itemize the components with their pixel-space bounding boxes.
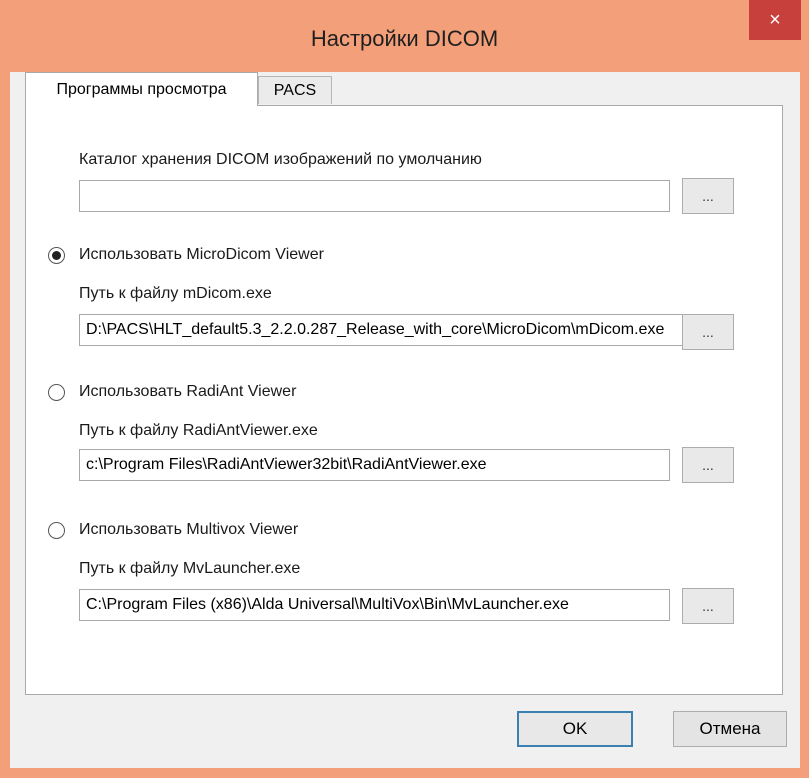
tab-pacs-label: PACS [273, 81, 317, 99]
microdicom-path-label: Путь к файлу mDicom.exe [79, 285, 272, 302]
microdicom-path-input[interactable]: D:\PACS\HLT_default5.3_2.2.0.287_Release… [79, 314, 683, 346]
tab-panel-viewers: Каталог хранения DICOM изображений по ум… [25, 105, 783, 695]
ok-button[interactable]: OK [517, 711, 633, 747]
close-icon: × [769, 8, 781, 31]
multivox-path-label: Путь к файлу MvLauncher.exe [79, 560, 301, 577]
dicom-settings-window: Настройки DICOM × Программы просмотра PA… [0, 0, 809, 778]
radiant-path-input[interactable]: c:\Program Files\RadiAntViewer32bit\Radi… [79, 449, 670, 481]
radio-radiant-label[interactable]: Использовать RadiAnt Viewer [79, 383, 296, 401]
radiant-path-label: Путь к файлу RadiAntViewer.exe [79, 422, 318, 439]
title-bar[interactable]: Настройки DICOM × [0, 0, 809, 72]
storage-dir-input[interactable] [79, 180, 670, 212]
radio-radiant[interactable] [48, 384, 65, 401]
close-button[interactable]: × [749, 0, 801, 40]
radio-multivox-label[interactable]: Использовать Multivox Viewer [79, 521, 298, 539]
radio-microdicom-label[interactable]: Использовать MicroDicom Viewer [79, 246, 324, 264]
multivox-path-input[interactable]: C:\Program Files (x86)\Alda Universal\Mu… [79, 589, 670, 621]
storage-dir-label: Каталог хранения DICOM изображений по ум… [79, 151, 482, 168]
storage-browse-button[interactable]: ... [682, 178, 734, 214]
radio-multivox[interactable] [48, 522, 65, 539]
multivox-browse-button[interactable]: ... [682, 588, 734, 624]
dialog-client-area: Программы просмотра PACS Каталог хранени… [10, 72, 800, 768]
radiant-browse-button[interactable]: ... [682, 447, 734, 483]
radio-selected-dot [52, 251, 61, 260]
tab-viewers[interactable]: Программы просмотра [25, 72, 258, 106]
cancel-button[interactable]: Отмена [673, 711, 787, 747]
tab-viewers-label: Программы просмотра [56, 80, 227, 98]
window-title: Настройки DICOM [310, 26, 499, 51]
radio-microdicom[interactable] [48, 247, 65, 264]
microdicom-browse-button[interactable]: ... [682, 314, 734, 350]
tab-pacs[interactable]: PACS [258, 76, 332, 104]
